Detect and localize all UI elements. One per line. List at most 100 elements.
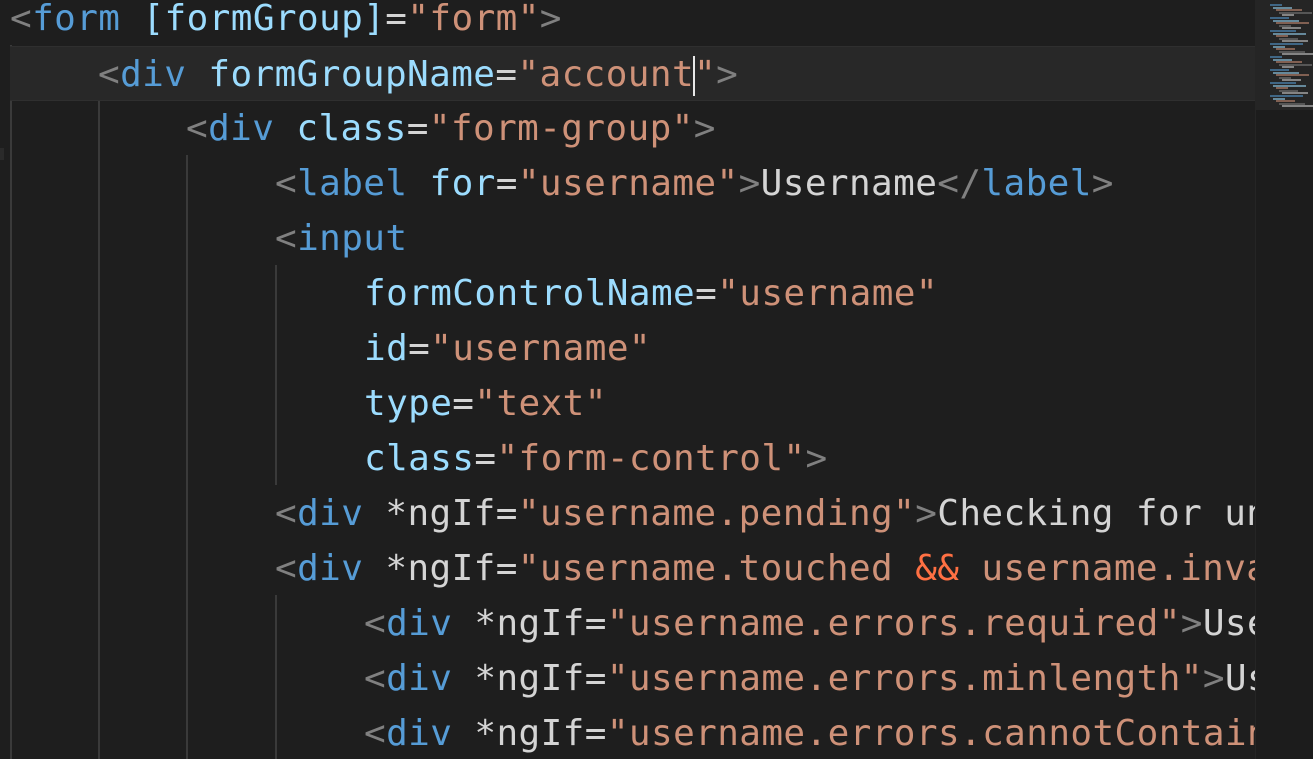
code-line-5[interactable]: <input — [275, 211, 407, 266]
code-line-7[interactable]: id="username" — [364, 321, 651, 376]
code-line-9[interactable]: class="form-control"> — [364, 431, 828, 486]
code-token: div — [120, 54, 187, 95]
code-token: *ngIf — [385, 493, 496, 534]
code-line-1[interactable]: <form [formGroup]="form"> — [10, 0, 562, 46]
code-token: label — [981, 163, 1092, 204]
code-area[interactable]: <form [formGroup]="form"> <div formGroupN… — [0, 0, 1255, 759]
code-token: = — [584, 658, 607, 699]
code-token: div — [386, 603, 453, 644]
indent-guide — [275, 265, 277, 485]
code-token: < — [275, 163, 298, 204]
code-token: = — [452, 383, 475, 424]
code-line-2[interactable]: <div formGroupName="account"> — [10, 46, 1255, 101]
code-line-12[interactable]: <div *ngIf="username.errors.required">Us… — [364, 596, 1255, 651]
code-token: formGroupName — [208, 54, 496, 95]
code-token: *ngIf — [474, 658, 585, 699]
code-token: label — [297, 163, 408, 204]
code-token: < — [364, 658, 387, 699]
code-line-14[interactable]: <div *ngIf="username.errors.cannotContai… — [364, 706, 1255, 759]
indent-guide — [98, 100, 100, 759]
code-token: = — [695, 273, 718, 314]
code-token: "username.errors.cannotContain — [606, 713, 1255, 754]
code-token: </ — [937, 163, 982, 204]
code-line-6[interactable]: formControlName="username" — [364, 266, 938, 321]
indent-guide — [275, 595, 277, 759]
code-token: "text" — [474, 383, 607, 424]
code-token: "username" — [430, 328, 651, 369]
code-token: = — [495, 54, 518, 95]
code-token: > — [915, 493, 938, 534]
code-token: div — [386, 713, 453, 754]
code-token: = — [584, 713, 607, 754]
code-token: "username.errors.required" — [606, 603, 1181, 644]
code-token: "account — [517, 54, 695, 95]
code-token: *ngIf — [474, 603, 585, 644]
code-token: = — [495, 163, 518, 204]
code-token: < — [364, 713, 387, 754]
gutter-marker — [0, 148, 4, 160]
code-token: "form" — [407, 0, 540, 39]
code-token: class — [364, 438, 475, 479]
minimap-line — [1282, 53, 1313, 56]
code-token: > — [1202, 658, 1225, 699]
code-line-13[interactable]: <div *ngIf="username.errors.minlength">U… — [364, 651, 1255, 706]
code-token: "username.touched — [517, 548, 916, 589]
code-token: div — [297, 493, 364, 534]
code-token: input — [297, 218, 408, 259]
minimap[interactable] — [1255, 0, 1313, 759]
code-token: > — [693, 108, 716, 149]
code-token: = — [495, 493, 518, 534]
code-editor[interactable]: <form [formGroup]="form"> <div formGroupN… — [0, 0, 1313, 759]
code-token: " — [694, 54, 717, 95]
code-token: < — [364, 603, 387, 644]
code-token: [formGroup] — [142, 0, 386, 39]
indent-guide — [10, 45, 12, 759]
code-token: && — [915, 548, 960, 589]
code-token: = — [406, 108, 429, 149]
code-token: = — [385, 0, 408, 39]
code-token: class — [296, 108, 407, 149]
code-token: "username.errors.minlength" — [606, 658, 1203, 699]
code-token: *ngIf — [385, 548, 496, 589]
indent-guide — [186, 155, 188, 759]
code-token: > — [1180, 603, 1203, 644]
code-token: for — [429, 163, 496, 204]
code-token: = — [495, 548, 518, 589]
code-token: Us — [1224, 658, 1255, 699]
code-token: < — [98, 54, 121, 95]
code-token: > — [539, 0, 562, 39]
code-token: < — [275, 493, 298, 534]
code-token: id — [364, 328, 409, 369]
code-token: *ngIf — [474, 713, 585, 754]
code-token: form — [32, 0, 121, 39]
code-line-8[interactable]: type="text" — [364, 376, 607, 431]
code-token: username.inva — [959, 548, 1255, 589]
code-token: < — [10, 0, 33, 39]
code-token: > — [1091, 163, 1114, 204]
code-token: Use — [1202, 603, 1255, 644]
code-token: formControlName — [364, 273, 696, 314]
code-token: "username" — [717, 273, 938, 314]
code-token: "form-group" — [428, 108, 694, 149]
code-line-4[interactable]: <label for="username">Username</label> — [275, 156, 1114, 211]
code-token: < — [186, 108, 209, 149]
minimap-line — [1282, 105, 1313, 108]
code-token: > — [805, 438, 828, 479]
code-token: = — [474, 438, 497, 479]
code-line-11[interactable]: <div *ngIf="username.touched && username… — [275, 541, 1255, 596]
code-line-3[interactable]: <div class="form-group"> — [186, 101, 716, 156]
code-token: div — [297, 548, 364, 589]
code-token: "username.pending" — [517, 493, 916, 534]
code-token: < — [275, 548, 298, 589]
code-token: "form-control" — [496, 438, 806, 479]
code-line-10[interactable]: <div *ngIf="username.pending">Checking f… — [275, 486, 1255, 541]
code-token: div — [386, 658, 453, 699]
